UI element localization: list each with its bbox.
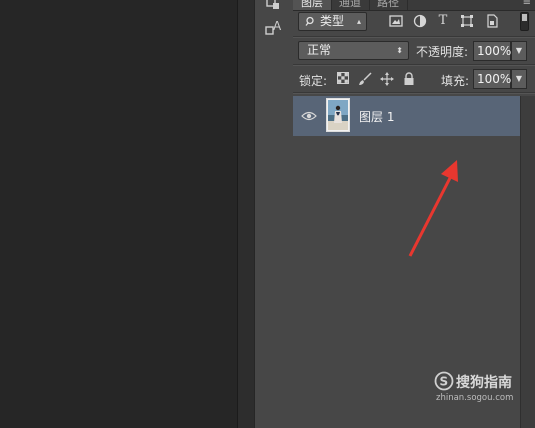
tab-channels[interactable]: 通道	[331, 0, 370, 10]
panel-menu-icon[interactable]: ≡	[523, 0, 531, 8]
layer-filter-dropdown[interactable]: 类型 ▴	[298, 12, 367, 31]
opacity-slider-arrow-icon[interactable]: ▼	[511, 41, 527, 61]
blend-mode-value: 正常	[307, 43, 332, 57]
type-filter-icon[interactable]: T	[436, 14, 450, 28]
tab-layers[interactable]: 图层	[293, 0, 332, 10]
watermark: S 搜狗指南 zhinan.sogou.com	[430, 369, 535, 409]
layer-name[interactable]: 图层 1	[359, 108, 394, 125]
svg-text:S: S	[440, 375, 449, 389]
layer-thumbnail[interactable]	[326, 98, 350, 132]
panel-tab-bar: 图层 通道 路径 ≡	[293, 0, 535, 11]
divider	[293, 36, 535, 38]
sogou-logo-icon: S	[434, 371, 454, 394]
panel-icon-strip: A	[254, 0, 294, 428]
fill-label: 填充:	[441, 74, 470, 88]
lock-image-pixels-icon[interactable]	[358, 72, 372, 86]
shape-filter-icon[interactable]	[460, 14, 474, 28]
updown-arrow-icon: ⬍	[396, 46, 403, 55]
watermark-title: 搜狗指南	[456, 375, 512, 391]
canvas-border	[237, 0, 255, 428]
lock-label: 锁定:	[299, 74, 328, 88]
opacity-input[interactable]: 100%	[473, 41, 511, 61]
search-icon	[305, 13, 315, 35]
divider	[293, 92, 535, 94]
fill-slider-arrow-icon[interactable]: ▼	[511, 69, 527, 89]
divider	[293, 64, 535, 66]
filter-type-label: 类型	[320, 14, 345, 28]
layer-row[interactable]: 图层 1	[293, 96, 520, 136]
document-canvas-area	[0, 0, 237, 428]
character-panel-icon[interactable]: A	[264, 19, 284, 39]
lock-all-icon[interactable]	[402, 72, 416, 86]
annotation-arrow-icon	[408, 160, 458, 257]
opacity-label: 不透明度:	[416, 45, 469, 59]
blend-mode-dropdown[interactable]: 正常 ⬍	[298, 41, 409, 60]
lock-position-icon[interactable]	[380, 72, 394, 86]
properties-panel-icon[interactable]	[264, 0, 284, 16]
updown-arrow-icon: ▴	[356, 17, 361, 26]
filter-toggle-switch[interactable]	[520, 12, 529, 31]
adjustment-filter-icon[interactable]	[413, 14, 427, 28]
lock-transparent-pixels-icon[interactable]	[336, 72, 350, 86]
smart-object-filter-icon[interactable]	[485, 14, 499, 28]
svg-text:A: A	[273, 19, 282, 33]
watermark-url: zhinan.sogou.com	[436, 393, 514, 403]
eye-icon[interactable]	[301, 109, 317, 123]
image-filter-icon[interactable]	[389, 14, 403, 28]
tab-paths[interactable]: 路径	[369, 0, 408, 10]
fill-input[interactable]: 100%	[473, 69, 511, 89]
